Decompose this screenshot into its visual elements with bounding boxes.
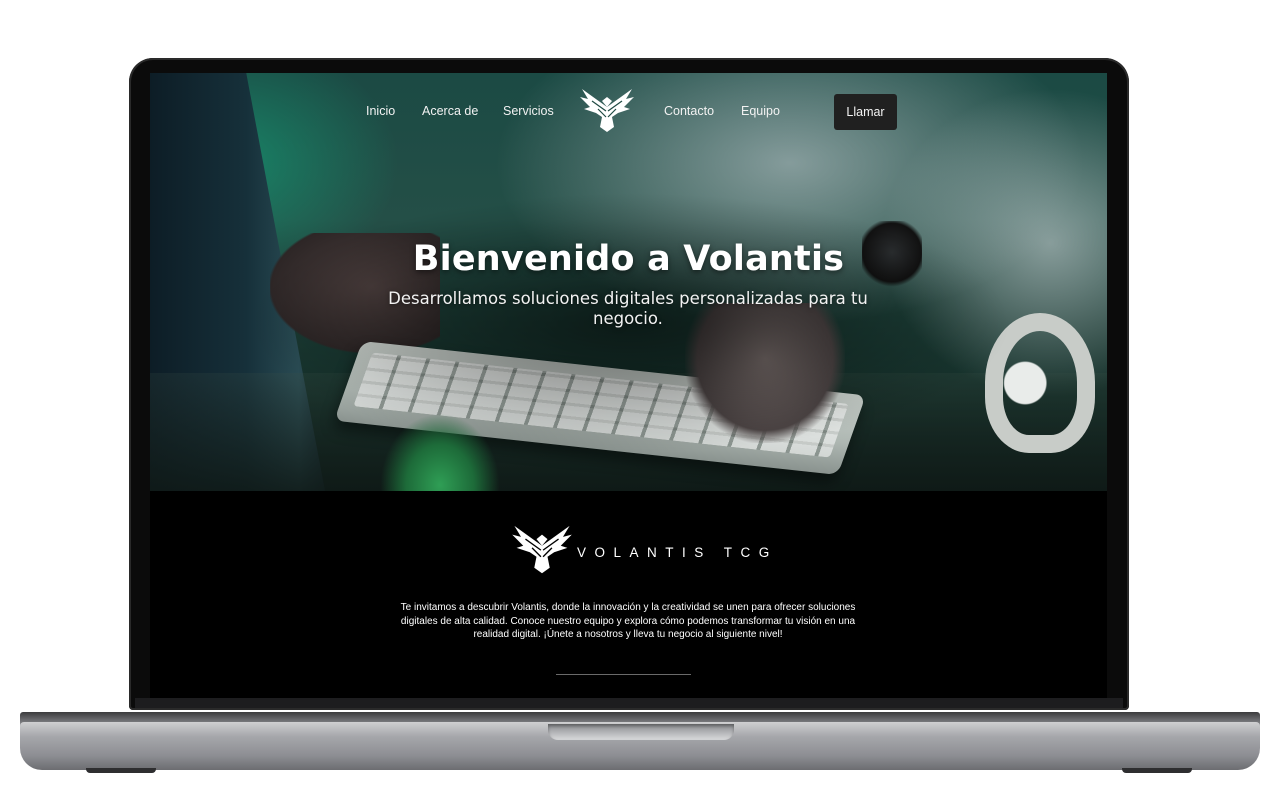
- nav-link-acerca-de[interactable]: Acerca de: [422, 104, 478, 118]
- nav-link-contacto[interactable]: Contacto: [664, 104, 714, 118]
- call-button[interactable]: Llamar: [834, 94, 897, 130]
- eagle-logo-icon: [510, 521, 574, 577]
- nav-link-servicios[interactable]: Servicios: [503, 104, 554, 118]
- eagle-logo-icon[interactable]: [578, 87, 636, 133]
- main-nav: Inicio Acerca de Servicios Contacto Equi…: [150, 87, 1107, 139]
- nav-link-inicio[interactable]: Inicio: [366, 104, 395, 118]
- hero-subtitle: Desarrollamos soluciones digitales perso…: [388, 289, 868, 328]
- brand-name: VOLANTIS TCG: [577, 545, 778, 560]
- laptop-foot-left: [86, 768, 156, 773]
- about-section: VOLANTIS TCG Te invitamos a descubrir Vo…: [150, 491, 1107, 698]
- section-divider: [556, 674, 691, 675]
- nav-link-equipo[interactable]: Equipo: [741, 104, 780, 118]
- about-paragraph: Te invitamos a descubrir Volantis, donde…: [400, 602, 856, 640]
- laptop-notch: [548, 724, 734, 740]
- hero-section: Inicio Acerca de Servicios Contacto Equi…: [150, 73, 1107, 491]
- laptop-chin: [135, 698, 1123, 708]
- website-screen: Inicio Acerca de Servicios Contacto Equi…: [150, 73, 1107, 698]
- hero-title: Bienvenido a Volantis: [412, 239, 845, 279]
- laptop-foot-right: [1122, 768, 1192, 773]
